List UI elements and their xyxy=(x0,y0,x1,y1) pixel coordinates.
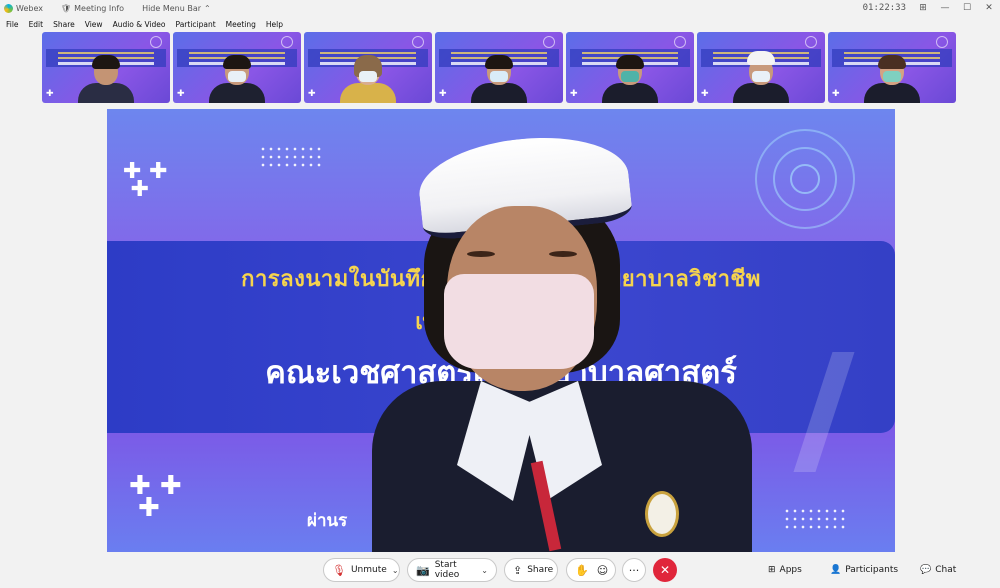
participant-video xyxy=(209,55,265,103)
menu-bar: File Edit Share View Audio & Video Parti… xyxy=(0,17,1000,31)
hide-menu-bar-label: Hide Menu Bar xyxy=(142,3,202,13)
title-bar: Webex 🛡 Meeting Info Hide Menu Bar ⌃ 01:… xyxy=(0,0,1000,16)
participant-thumbnail[interactable]: ✚ xyxy=(566,32,694,103)
apps-icon: ⊞ xyxy=(768,565,776,575)
participant-thumbnail[interactable]: ✚ xyxy=(173,32,301,103)
participant-thumbnail[interactable]: ✚ xyxy=(42,32,170,103)
ring-decoration xyxy=(805,36,817,48)
participant-video xyxy=(471,55,527,103)
plus-decoration: ✚ xyxy=(570,89,578,99)
chevron-up-icon: ⌃ xyxy=(204,3,211,13)
apps-label: Apps xyxy=(779,565,802,575)
plus-decoration: ✚ ✚ ✚ xyxy=(123,159,168,202)
emoji-reaction-icon[interactable]: ☺ xyxy=(597,564,608,577)
participant-video xyxy=(733,51,789,103)
reactions-group: ✋ ☺ xyxy=(566,558,616,582)
apps-button[interactable]: ⊞ Apps xyxy=(768,558,802,582)
participant-video xyxy=(78,55,134,103)
chat-icon: 💬 xyxy=(920,565,932,575)
ring-decoration xyxy=(936,36,948,48)
dot-decoration xyxy=(783,507,849,531)
more-options-button[interactable]: ··· xyxy=(622,558,646,582)
menu-file[interactable]: File xyxy=(6,20,19,29)
ring-decoration xyxy=(281,36,293,48)
plus-decoration: ✚ xyxy=(701,89,709,99)
minimize-icon[interactable]: — xyxy=(934,3,956,13)
plus-decoration: ✚ xyxy=(832,89,840,99)
participant-video xyxy=(602,55,658,103)
active-speaker-video: ✚ ✚ ✚ ✚ ✚ ✚ การลงนามในบันทึกข้อตกลง การผ… xyxy=(107,109,895,552)
ring-decoration xyxy=(543,36,555,48)
participant-thumbnail[interactable]: ✚ xyxy=(435,32,563,103)
menu-help[interactable]: Help xyxy=(266,20,283,29)
webex-logo-icon xyxy=(4,3,13,13)
meeting-controls: 🎙 Unmute ⌄ 📷 Start video ⌄ ⇪ Share ✋ ☺ ·… xyxy=(0,553,1000,588)
participant-filmstrip: ✚ ✚ ✚ ✚ ✚ ✚ ✚ xyxy=(42,32,956,103)
plus-decoration: ✚ xyxy=(177,89,185,99)
app-name: Webex xyxy=(16,3,43,13)
meeting-clock: 01:22:33 xyxy=(862,3,906,13)
chat-button[interactable]: 💬 Chat xyxy=(920,558,956,582)
face-mask xyxy=(444,274,594,369)
participants-label: Participants xyxy=(845,565,899,575)
slide-bottom-text: ผ่านร xyxy=(307,511,348,531)
participant-thumbnail[interactable]: ✚ xyxy=(304,32,432,103)
participant-video xyxy=(864,55,920,103)
unmute-button[interactable]: 🎙 Unmute ⌄ xyxy=(323,558,400,582)
shield-icon: 🛡 xyxy=(60,3,72,13)
camera-off-icon: 📷 xyxy=(416,563,430,577)
participant-video xyxy=(340,55,396,103)
start-video-button[interactable]: 📷 Start video ⌄ xyxy=(407,558,497,582)
plus-decoration: ✚ xyxy=(439,89,447,99)
unmute-label: Unmute xyxy=(350,565,387,575)
share-screen-icon: ⇪ xyxy=(513,563,523,577)
share-label: Share xyxy=(527,565,554,575)
menu-participant[interactable]: Participant xyxy=(176,20,216,29)
meeting-info-label: Meeting Info xyxy=(74,3,125,13)
close-icon[interactable]: ✕ xyxy=(978,3,1000,13)
share-button[interactable]: ⇪ Share xyxy=(504,558,558,582)
menu-edit[interactable]: Edit xyxy=(29,20,44,29)
participants-button[interactable]: 👤 Participants xyxy=(830,558,898,582)
ring-decoration xyxy=(755,129,855,229)
participant-thumbnail[interactable]: ✚ xyxy=(828,32,956,103)
speaker-figure xyxy=(362,128,762,552)
chevron-down-icon[interactable]: ⌄ xyxy=(392,566,399,575)
maximize-icon[interactable]: ☐ xyxy=(956,3,978,13)
meeting-info-button[interactable]: 🛡 Meeting Info xyxy=(61,4,124,13)
ring-decoration xyxy=(674,36,686,48)
plus-decoration: ✚ xyxy=(46,89,54,99)
dot-decoration xyxy=(259,145,325,169)
close-icon: ✕ xyxy=(659,563,671,577)
chevron-down-icon[interactable]: ⌄ xyxy=(481,566,488,575)
plus-decoration: ✚ xyxy=(308,89,316,99)
menu-share[interactable]: Share xyxy=(53,20,75,29)
ring-decoration xyxy=(412,36,424,48)
participant-thumbnail[interactable]: ✚ xyxy=(697,32,825,103)
chat-label: Chat xyxy=(935,565,957,575)
app-title: Webex xyxy=(4,3,43,13)
plus-decoration: ✚ ✚ ✚ xyxy=(129,471,182,523)
emblem-badge xyxy=(645,491,679,537)
participants-icon: 👤 xyxy=(830,565,842,575)
leave-meeting-button[interactable]: ✕ xyxy=(653,558,677,582)
grid-layout-icon[interactable]: ⊞ xyxy=(912,3,934,13)
menu-view[interactable]: View xyxy=(85,20,103,29)
ring-decoration xyxy=(150,36,162,48)
raise-hand-icon[interactable]: ✋ xyxy=(575,564,589,577)
microphone-muted-icon: 🎙 xyxy=(332,563,346,577)
start-video-label: Start video xyxy=(434,560,460,580)
hide-menu-bar-button[interactable]: Hide Menu Bar ⌃ xyxy=(142,4,211,13)
menu-audio-video[interactable]: Audio & Video xyxy=(113,20,166,29)
menu-meeting[interactable]: Meeting xyxy=(226,20,256,29)
more-icon: ··· xyxy=(628,563,640,577)
